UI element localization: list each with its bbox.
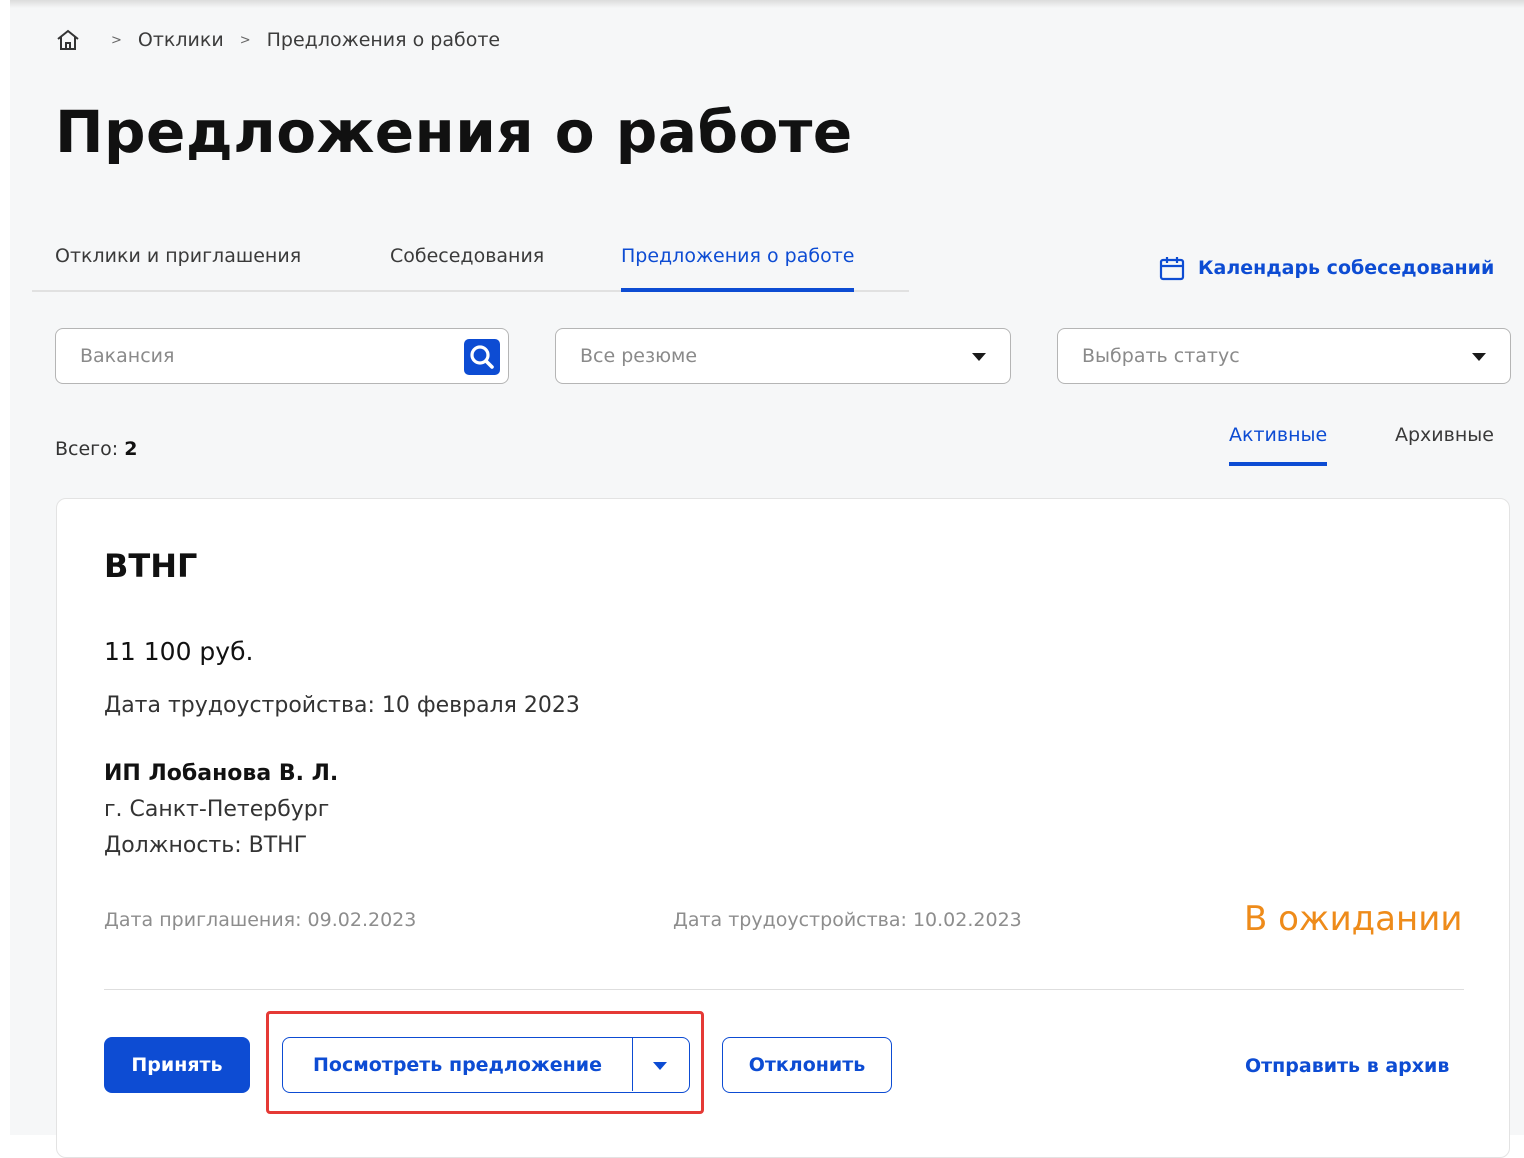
offer-start-date: Дата трудоустройства: 10 февраля 2023 — [104, 693, 580, 718]
breadcrumb-item-responses[interactable]: Отклики — [138, 29, 224, 51]
offer-salary: 11 100 руб. — [104, 637, 254, 666]
decline-button[interactable]: Отклонить — [722, 1037, 892, 1093]
offer-position: Должность: ВТНГ — [104, 833, 308, 858]
employer-city: г. Санкт-Петербург — [104, 797, 330, 822]
breadcrumb: > Отклики > Предложения о работе — [55, 26, 500, 54]
top-shadow — [10, 0, 1524, 8]
offer-title: ВТНГ — [104, 547, 198, 585]
tab-responses-invitations[interactable]: Отклики и приглашения — [55, 245, 301, 288]
status-select[interactable]: Выбрать статус — [1057, 328, 1511, 384]
breadcrumb-separator: > — [239, 32, 251, 48]
vacancy-placeholder: Вакансия — [80, 345, 175, 367]
chevron-down-icon — [1472, 353, 1486, 361]
status-select-value: Выбрать статус — [1082, 345, 1240, 367]
total-count: Всего: 2 — [55, 438, 137, 460]
breadcrumb-separator: > — [111, 32, 122, 48]
home-icon[interactable] — [55, 27, 81, 53]
total-label: Всего: — [55, 438, 119, 460]
employment-date: Дата трудоустройства: 10.02.2023 — [673, 909, 1022, 931]
tab-job-offers[interactable]: Предложения о работе — [621, 245, 855, 292]
accept-button[interactable]: Принять — [104, 1037, 250, 1093]
tabs-bar: Отклики и приглашения Собеседования Пред… — [32, 240, 909, 292]
highlight-box — [266, 1011, 704, 1114]
calendar-icon — [1159, 257, 1185, 281]
invite-date: Дата приглашения: 09.02.2023 — [104, 909, 417, 931]
divider — [104, 989, 1464, 990]
status-badge: В ожидании — [1244, 899, 1463, 939]
subtab-active[interactable]: Активные — [1229, 424, 1328, 466]
search-icon — [470, 345, 494, 369]
tab-interviews[interactable]: Собеседования — [390, 245, 544, 288]
vacancy-search-input[interactable]: Вакансия — [55, 328, 509, 384]
search-button[interactable] — [464, 339, 500, 375]
resume-select[interactable]: Все резюме — [555, 328, 1011, 384]
chevron-down-icon — [972, 353, 986, 361]
employer-name: ИП Лобанова В. Л. — [104, 761, 339, 786]
breadcrumb-item-current: Предложения о работе — [266, 29, 501, 51]
interview-calendar-link[interactable]: Календарь собеседований — [1158, 254, 1494, 282]
total-value: 2 — [124, 438, 138, 460]
calendar-link-label: Календарь собеседований — [1198, 257, 1495, 279]
subtab-archived[interactable]: Архивные — [1395, 424, 1494, 462]
send-to-archive-link[interactable]: Отправить в архив — [1245, 1055, 1449, 1077]
resume-select-value: Все резюме — [580, 345, 698, 367]
page-title: Предложения о работе — [55, 98, 853, 166]
